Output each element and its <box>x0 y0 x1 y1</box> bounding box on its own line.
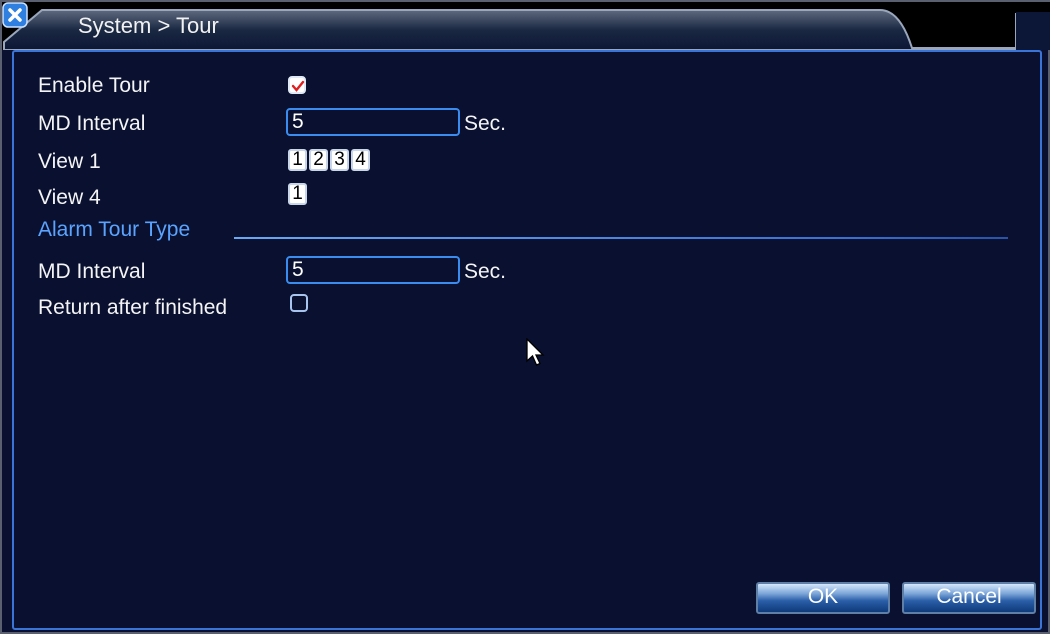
alarm-md-interval-input[interactable]: 5 <box>286 256 460 284</box>
enable-tour-checkbox[interactable] <box>288 76 306 94</box>
view1-channel-1[interactable]: 1 <box>288 149 307 171</box>
section-divider <box>234 237 1008 239</box>
alarm-md-interval-label: MD Interval <box>38 260 146 283</box>
ok-button[interactable]: OK <box>756 582 890 614</box>
return-after-finished-checkbox[interactable] <box>290 294 308 312</box>
cancel-button[interactable]: Cancel <box>902 582 1036 614</box>
view1-channel-4[interactable]: 4 <box>351 149 370 171</box>
return-after-finished-label: Return after finished <box>38 296 228 319</box>
alarm-tour-type-heading: Alarm Tour Type <box>38 218 191 241</box>
view1-channel-2[interactable]: 2 <box>309 149 328 171</box>
view1-channel-3[interactable]: 3 <box>330 149 349 171</box>
title-bar: System > Tour <box>2 2 1050 50</box>
md-interval-input[interactable]: 5 <box>286 108 460 136</box>
view4-label: View 4 <box>38 186 101 209</box>
alarm-md-interval-unit: Sec. <box>464 260 507 283</box>
check-icon <box>291 80 305 92</box>
md-interval-unit: Sec. <box>464 112 507 135</box>
md-interval-label: MD Interval <box>38 112 146 135</box>
view4-channel-1[interactable]: 1 <box>288 183 307 205</box>
enable-tour-label: Enable Tour <box>38 74 150 97</box>
tour-dialog: System > Tour Enable Tour MD Interval 5 … <box>0 0 1050 634</box>
view1-label: View 1 <box>38 150 101 173</box>
mouse-pointer-icon <box>526 338 545 366</box>
window-title: System > Tour <box>78 13 219 38</box>
close-icon[interactable] <box>2 2 28 28</box>
